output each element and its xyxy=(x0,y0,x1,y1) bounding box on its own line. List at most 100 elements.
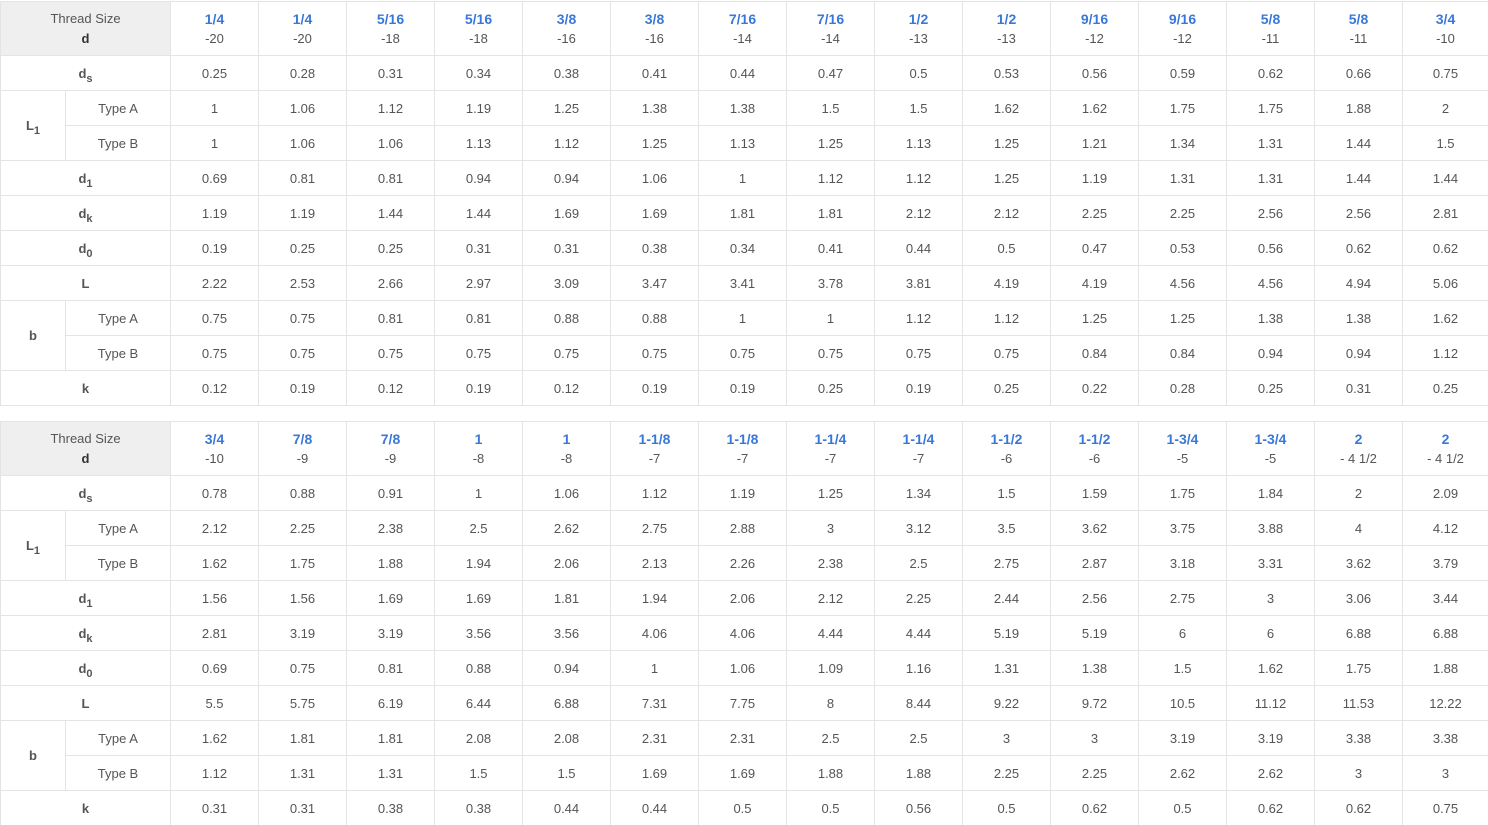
value-cell: 0.19 xyxy=(698,370,787,406)
value-cell: 3.09 xyxy=(522,265,611,301)
type-label: Type A xyxy=(65,90,171,126)
value-cell: 1.34 xyxy=(874,475,963,511)
thread-size-cell: 9/16 -12 xyxy=(1050,1,1139,56)
value-cell: 3.18 xyxy=(1138,545,1227,581)
thread-size-cell: 3/4 -10 xyxy=(1402,1,1488,56)
value-cell: 1.12 xyxy=(522,125,611,161)
value-cell: 8.44 xyxy=(874,685,963,721)
dimension-subscript: 1 xyxy=(33,125,41,137)
dimension-label: k xyxy=(0,370,171,406)
value-cell: 3.19 xyxy=(346,615,435,651)
value-cell: 1 xyxy=(170,125,259,161)
value-cell: 2.56 xyxy=(1226,195,1315,231)
value-cell: 6.88 xyxy=(522,685,611,721)
value-cell: 0.28 xyxy=(1138,370,1227,406)
thread-diameter: 1-1/4 xyxy=(902,430,935,447)
value-cell: 0.47 xyxy=(786,55,875,91)
value-cell: 0.69 xyxy=(170,650,259,686)
table-row: b Type A 0.75 0.75 0.81 0.81 0.88 0.88 1 1 1.12 1.1… xyxy=(0,300,1488,371)
value-cell: 0.62 xyxy=(1314,230,1403,266)
value-cell: 0.84 xyxy=(1138,335,1227,371)
value-cell: 4.06 xyxy=(698,615,787,651)
value-cell: 0.94 xyxy=(522,160,611,196)
thread-size-cell: 1-3/4 -5 xyxy=(1226,421,1315,476)
table-row: L1 Type A 1 1.06 1.12 1.19 1.25 1.38 1.38 1.5 1.5 1… xyxy=(0,90,1488,161)
value-cell: 2.25 xyxy=(1050,195,1139,231)
thread-diameter: 1-1/8 xyxy=(726,430,759,447)
value-cell: 1.62 xyxy=(962,90,1051,126)
value-cell: 1.44 xyxy=(1314,160,1403,196)
value-cell: 1.06 xyxy=(346,125,435,161)
value-cell: 0.5 xyxy=(698,790,787,825)
value-cell: 0.94 xyxy=(1226,335,1315,371)
thread-size-cell: 5/8 -11 xyxy=(1314,1,1403,56)
value-cell: 1.25 xyxy=(522,90,611,126)
value-cell: 0.19 xyxy=(610,370,699,406)
value-cell: 6 xyxy=(1226,615,1315,651)
value-cell: 2.5 xyxy=(874,720,963,756)
value-cell: 0.44 xyxy=(522,790,611,825)
value-cell: 10.5 xyxy=(1138,685,1227,721)
value-cell: 1.62 xyxy=(1402,300,1488,336)
thread-diameter: 1 xyxy=(474,430,483,447)
value-cell: 0.69 xyxy=(170,160,259,196)
value-cell: 1.09 xyxy=(786,650,875,686)
thread-size-cell: 5/16 -18 xyxy=(434,1,523,56)
value-cell: 2.13 xyxy=(610,545,699,581)
value-cell: 1 xyxy=(698,300,787,336)
value-cell: 0.62 xyxy=(1050,790,1139,825)
value-cell: 0.75 xyxy=(170,335,259,371)
value-cell: 1.31 xyxy=(1138,160,1227,196)
dimension-label: L1 xyxy=(0,510,66,581)
value-cell: 0.56 xyxy=(1050,55,1139,91)
value-cell: 3.38 xyxy=(1402,720,1488,756)
thread-pitch: -10 xyxy=(205,450,224,466)
thread-pitch: -8 xyxy=(472,450,485,466)
value-cell: 1.75 xyxy=(1138,475,1227,511)
value-cell: 0.25 xyxy=(786,370,875,406)
value-cell: 1.94 xyxy=(610,580,699,616)
thread-diameter: 1-3/4 xyxy=(1166,430,1199,447)
value-cell: 7.75 xyxy=(698,685,787,721)
value-cell: 0.81 xyxy=(434,300,523,336)
thread-pitch: -7 xyxy=(648,450,661,466)
value-cell: 4.94 xyxy=(1314,265,1403,301)
table-row: k 0.12 0.19 0.12 0.19 0.12 0.19 0.19 0.25 0.19 0.2… xyxy=(0,370,1488,406)
value-cell: 1.12 xyxy=(874,160,963,196)
value-cell: 1.81 xyxy=(522,580,611,616)
value-cell: 1.69 xyxy=(434,580,523,616)
value-cell: 3.19 xyxy=(1138,720,1227,756)
value-cell: 0.38 xyxy=(346,790,435,825)
value-cell: 3.56 xyxy=(434,615,523,651)
thread-diameter: 1-1/4 xyxy=(814,430,847,447)
thread-pitch: -12 xyxy=(1085,30,1104,46)
thread-spec-table-2: Thread Size d 3/4 -10 7/8 -9 7/8 -9 1 -8 1 -8 1-1/8-… xyxy=(0,421,1488,825)
value-cell: 2 xyxy=(1402,90,1488,126)
value-cell: 2.25 xyxy=(1138,195,1227,231)
value-cell: 1.19 xyxy=(434,90,523,126)
value-cell: 1.69 xyxy=(610,755,699,791)
value-cell: 0.94 xyxy=(1314,335,1403,371)
value-cell: 2.06 xyxy=(522,545,611,581)
value-cell: 0.75 xyxy=(786,335,875,371)
dimension-subscript: 1 xyxy=(86,597,93,610)
thread-size-header: Thread Size d xyxy=(0,1,171,56)
value-cell: 2.31 xyxy=(698,720,787,756)
value-cell: 0.34 xyxy=(698,230,787,266)
value-cell: 2.66 xyxy=(346,265,435,301)
dimension-symbol: k xyxy=(81,800,90,816)
value-cell: 0.75 xyxy=(874,335,963,371)
value-cell: 0.31 xyxy=(170,790,259,825)
thread-diameter: 3/4 xyxy=(204,430,225,447)
thread-pitch: -6 xyxy=(1000,450,1013,466)
value-cell: 5.19 xyxy=(962,615,1051,651)
value-cell: 0.25 xyxy=(258,230,347,266)
dimension-symbol: L xyxy=(25,118,34,133)
thread-pitch: -16 xyxy=(645,30,664,46)
value-cell: 2.56 xyxy=(1050,580,1139,616)
dimension-label: L xyxy=(0,685,171,721)
dimension-subscript: s xyxy=(86,492,93,505)
value-cell: 2.22 xyxy=(170,265,259,301)
thread-pitch: -7 xyxy=(736,450,749,466)
dimension-subscript: k xyxy=(86,632,93,645)
